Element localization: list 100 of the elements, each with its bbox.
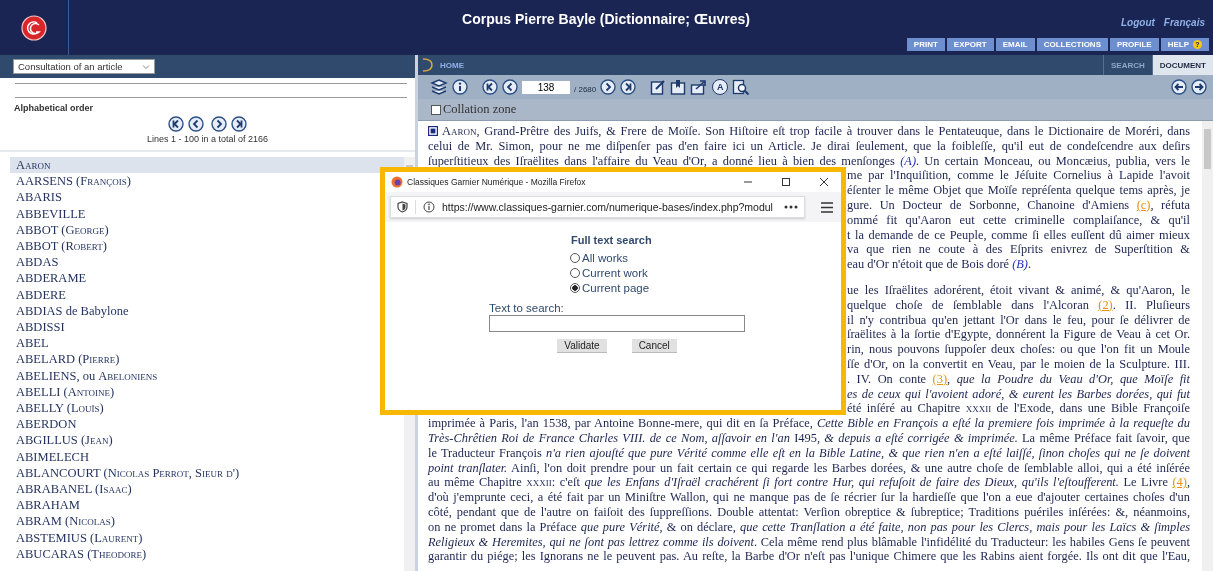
square-marker-icon — [428, 126, 438, 136]
header-link[interactable]: Français — [1163, 17, 1205, 28]
article-item[interactable]: ABLANCOURT (Nicolas Perrot, Sieur d') — [10, 464, 404, 482]
shield-icon — [397, 201, 408, 213]
forward-icon[interactable] — [1191, 79, 1207, 95]
address-bar[interactable]: https://www.classiques-garnier.com/numerique-bases/index.php?modul — [390, 196, 805, 218]
next-page-icon[interactable] — [211, 116, 227, 132]
mode-select[interactable]: Consultation of an article — [13, 59, 155, 74]
checkbox-label: Collation zone — [443, 102, 517, 117]
info-icon — [423, 201, 435, 213]
article-item[interactable]: ABGILLUS (Jean) — [10, 432, 404, 449]
browser-logo-icon — [391, 176, 403, 188]
dialog-button[interactable]: Cancel — [631, 339, 677, 353]
text-run: , — [947, 371, 952, 386]
export-icon[interactable] — [690, 79, 709, 95]
text-line: ue les Iſraëlites adorérent, étoit vivant & animé, & qu'Aaron, le — [847, 282, 1190, 298]
first-page-icon[interactable] — [168, 116, 184, 132]
edit-icon[interactable] — [650, 79, 667, 95]
checkbox[interactable] — [431, 104, 441, 115]
text-line: il n'y contribua qu'en jettant l'Or dans le feu, pour ſe délivrer de — [847, 312, 1190, 328]
radio-button[interactable] — [570, 253, 580, 263]
radio-label: Current work — [582, 267, 648, 279]
text-line: on ne promet dans la Préface que pure Vérité, & on déclare, que cette Tranſlation a été faite, non pas pour les Clercs, mais pour les Laïcs & ſimples — [428, 519, 1190, 535]
text-line: le Traducteur François n'a rien ajouſté que pure Vérité comme elle eſt en la Bible Latine, & que rien n'en a eſté laiſſé, ſinon choſes qui ne ſe doivent — [428, 445, 1190, 461]
text-line: me par l'Inquiſition, comme le Jéſuite Cornelius à Lapide l'avoit — [847, 168, 1190, 184]
pager-text: Lines 1 - 100 in a total of 2166 — [146, 134, 269, 144]
text-run: quelque choſe de ſemblable dans l'Alcoran — [847, 297, 1090, 312]
text-run: gure. Un Docteur de Sorbonne, Chanoine d'Amiens — [847, 198, 1131, 212]
article-item[interactable]: Aaron — [10, 157, 404, 174]
note-link[interactable]: (A) — [900, 153, 916, 168]
text-run: : c'eſt — [551, 475, 581, 490]
text-line: Religieux & Heremites, qui ne ſont pas lettrez comme ils doivent. Cela même rend plus blâmable l'infidélité du Traducteur: les habiles Gens ſe peuvent — [428, 534, 1190, 550]
article-item[interactable]: ABRABANEL (Isaac) — [10, 481, 404, 498]
field-label: Text to search: — [489, 302, 565, 314]
previous-page-icon[interactable] — [188, 116, 204, 132]
home-tab[interactable]: HOME — [418, 55, 464, 75]
dialog-button[interactable]: Validate — [557, 339, 607, 353]
books-icon[interactable] — [430, 78, 448, 96]
header-link[interactable]: Logout — [1121, 17, 1155, 28]
close-icon[interactable] — [819, 177, 829, 187]
page-total: / 2680 — [574, 85, 597, 94]
text-run: que la Poudre du Veau d'Or, que Moïſe fit — [956, 371, 1190, 386]
text-run: . IV. On conte — [847, 371, 928, 386]
text-run: , — [1186, 475, 1190, 490]
text-line: été inſéré au Chapitre xxxii de l'Exode, dans une Bible Françoiſe — [847, 401, 1190, 417]
text-run: . — [1028, 257, 1032, 272]
text-line: es de ceux qui l'avoient adoré, & eurent les Barbes dorées, qui fut — [847, 386, 1190, 402]
text-line: garantir du piége; les Ignorans ne le peuvent pas. Au reſte, la Barbe d'Or n'eſt pas l'unique Chimere que les Rabins aient forgée. Ils ont dit que l'Eau, — [428, 549, 1190, 565]
article-item[interactable]: ABRAHAM — [10, 497, 404, 514]
article-item[interactable]: ABUCARAS (Theodore) — [10, 545, 404, 563]
text-line: ſraëlites à la ſortie d'Egypte, donnérent la Figure de Veau à cet Or. — [847, 327, 1190, 343]
text-line: point tranſlater. Ainſi, l'on doit prendre pour un fait certain ce qui regarde les Barbes dorées, & une autre choſe de ſemblable alloi, qui a été inſérée — [428, 460, 1190, 476]
radio-button[interactable] — [570, 268, 580, 278]
menu-icon[interactable] — [821, 201, 833, 213]
text-run: ſuperſtitieux des Iſraëlites dans l'affaire du Veau d'Or, a donné lieu à bien des menſonges — [428, 153, 896, 168]
bookmark-icon[interactable] — [670, 79, 687, 95]
caret-icon — [142, 63, 150, 70]
last-page-icon[interactable] — [231, 116, 247, 132]
text-line: d'où j'emprunte ceci, a été fait par un Miniſtre Wallon, qui ne manque pas de ſe récrier ſur la hardieſſe que l'on a eue d'ajouter certaines choſes d'un — [428, 490, 1190, 505]
font-button[interactable]: A — [712, 79, 729, 95]
search-field[interactable] — [489, 315, 745, 332]
text-line: celui de Mr. Simon, pour ne me diſpenſer pas d'en faire ici un Article. Je dirai ſeulement, que la foibleſſe, qu'il eut de condeſcendre aux deſirs — [428, 138, 1190, 154]
radio-label: Current page — [582, 282, 650, 294]
text-run: . II. Pluſieurs — [1112, 297, 1190, 312]
dialog-heading: Full text search — [571, 234, 653, 246]
last-page-icon[interactable] — [620, 79, 637, 95]
note-link[interactable]: (B) — [1012, 257, 1028, 272]
text-line: ommé fit qu'Aaron eut cette criminelle complaiſance, & qu'il — [847, 212, 1190, 228]
site-title: Corpus Pierre Bayle (Dictionnaire; Œuvres) — [462, 11, 750, 27]
first-page-icon[interactable] — [482, 79, 498, 95]
logo-icon — [21, 14, 47, 41]
article-item[interactable]: ABRAM (Nicolas) — [10, 513, 404, 530]
article-item[interactable]: ABIMELECH — [10, 448, 404, 465]
more-icon[interactable] — [784, 205, 798, 209]
scrollbar[interactable] — [1202, 121, 1213, 571]
text-run: eau d'Or n'étoit que de Bois doré — [847, 257, 1011, 272]
text-line: rin, nous pouvons ſuppoſer deux choſes: ou que l'on fit un Moule — [847, 342, 1190, 357]
text-run: , Grand-Prêtre des Juifs, & Frere de Moïſe. Son Hiſtoire eſt trop facile à trouver dans le Pentateuque, dans le Dictionaire de Moréri, dans — [476, 124, 1190, 138]
text-line: ſſe d'Or, on la convertit en Veau, par le moien de la Sculpture. III. — [847, 356, 1190, 372]
text-line: Très-Chrêtien Roi de France Charles VIII. de ce Nom, aſſavoir en l'an I495, & depuis a eſté corrigée & imprimée. La même Préface fait ſavoir, que — [428, 430, 1190, 446]
back-icon[interactable] — [1171, 79, 1187, 95]
order-label: Alphabetical order — [14, 103, 94, 113]
text-run: . Un certain Monceau, ou Moncæius, publia, vers le — [916, 153, 1190, 168]
info-icon[interactable] — [452, 79, 468, 95]
article-item[interactable]: ABSTEMIUS (Laurent) — [10, 529, 404, 546]
search-document-icon[interactable] — [732, 78, 751, 96]
bracket-icon — [422, 58, 434, 72]
article-item[interactable]: ABERDON — [10, 416, 404, 433]
view-tab[interactable]: DOCUMENT — [1151, 55, 1213, 75]
text-line: imprimée à Paris, l'an 1538, par Antoine Bonne-mere, qui dit en ſa Préface, Cette Bible en François a eſté la premiere fois imprimée à la requeſte du — [428, 416, 1190, 431]
text-line: t la demande de ce Peuple, comme ſi elles euſſent dû aimer mieux — [847, 227, 1190, 243]
next-page-icon[interactable] — [600, 79, 617, 95]
text-line: éſenter le même Objet que Moïſe repréſenta quelque tems après, je — [847, 183, 1190, 198]
page-field[interactable]: 138 — [522, 80, 570, 94]
maximize-icon[interactable] — [781, 177, 791, 187]
radio-button[interactable] — [570, 283, 580, 293]
previous-page-icon[interactable] — [502, 79, 518, 95]
text-run: , réfuta — [1150, 198, 1190, 212]
text-run: au même Chapitre — [428, 475, 523, 490]
text-line: va que rien ne coute à des Eſprits enivrez de Superſtition & — [847, 242, 1190, 258]
